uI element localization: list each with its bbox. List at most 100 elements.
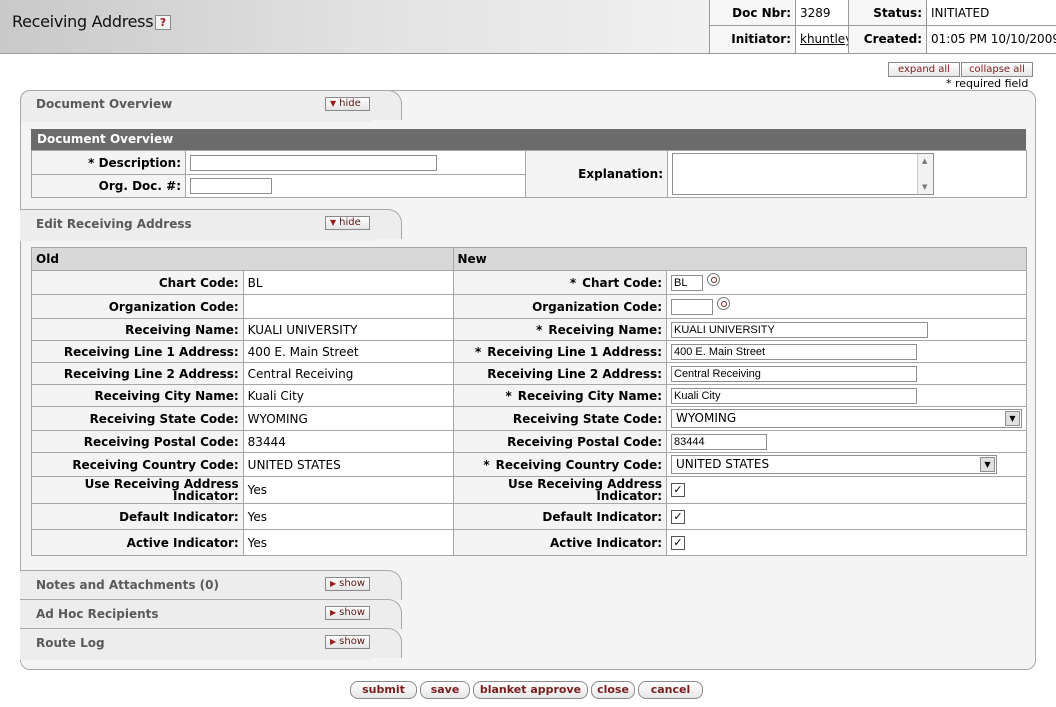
new-chart-code-label: * Chart Code: [452,270,667,295]
new-organization-code-label: Organization Code: [452,294,667,319]
expand-all-button[interactable]: expand all [888,62,960,77]
organization-code-input[interactable] [671,298,713,315]
old-country-label: Receiving Country Code: [31,452,244,477]
edit-section-hide-button[interactable]: ▼ hide [325,216,370,230]
country-selected-value: UNITED STATES [676,457,770,471]
action-button-bar: submit save blanket approve close cancel [350,681,705,699]
postal-code-input[interactable] [671,433,767,450]
state-code-select[interactable]: WYOMING ▼ [671,409,1022,428]
triangle-right-icon: ▶ [330,637,337,646]
scroll-up-icon: ▲ [922,157,928,165]
field-row: Receiving Country Code: UNITED STATES * R… [31,452,1027,477]
old-organization-code-label: Organization Code: [31,294,244,319]
collapse-all-button[interactable]: collapse all [961,62,1033,77]
old-chart-code-value: BL [242,270,454,295]
old-line2-value: Central Receiving [242,362,454,385]
triangle-right-icon: ▶ [330,579,337,588]
document-overview-hide-button[interactable]: ▼ hide [325,97,370,111]
new-organization-code-cell [666,294,1027,319]
status-label: Status: [849,0,927,26]
new-receiving-name-cell [666,318,1027,341]
receiving-name-input[interactable] [671,321,928,338]
save-button[interactable]: save [420,681,470,699]
section-title-document-overview: Document Overview [31,129,1026,150]
document-overview-table: * Description: Explanation: ▲ ▼ Org. Doc.… [31,150,1027,198]
org-doc-input[interactable] [190,178,272,194]
explanation-textarea[interactable]: ▲ ▼ [672,153,934,195]
submit-button[interactable]: submit [350,681,417,699]
field-row: Use Receiving Address Indicator: Yes Use… [31,476,1027,504]
country-code-select[interactable]: UNITED STATES ▼ [671,455,997,474]
description-input[interactable] [190,154,437,171]
old-use-indicator-value: Yes [242,476,454,504]
required-asterisk: * [483,457,490,472]
notes-show-button[interactable]: ▶ show [325,577,370,591]
active-indicator-checkbox[interactable]: ✓ [671,535,685,550]
field-row: Chart Code: BL * Chart Code: [31,270,1027,295]
city-name-input[interactable] [671,387,917,404]
use-receiving-address-checkbox[interactable]: ✓ [671,483,685,498]
new-city-label: * Receiving City Name: [452,384,667,407]
field-row: Receiving City Name: Kuali City * Receivi… [31,384,1027,407]
old-organization-code-value [242,294,454,319]
required-asterisk: * [536,322,543,337]
search-lookup-icon[interactable] [717,296,730,310]
field-row: Receiving Line 1 Address: 400 E. Main St… [31,340,1027,363]
field-row: Default Indicator: Yes Default Indicator… [31,503,1027,530]
created-value: 01:05 PM 10/10/2009 [927,26,1056,54]
required-field-note: * required field [946,77,1029,90]
field-row: Receiving Line 2 Address: Central Receiv… [31,362,1027,385]
created-label: Created: [849,26,927,54]
search-lookup-icon[interactable] [707,272,720,286]
state-selected-value: WYOMING [676,411,737,425]
tab-ear [372,209,402,239]
old-receiving-name-label: Receiving Name: [31,318,244,341]
triangle-right-icon: ▶ [330,608,337,617]
initiator-link[interactable]: khuntley [800,32,848,46]
blanket-approve-button[interactable]: blanket approve [473,681,588,699]
old-line1-value: 400 E. Main Street [242,340,454,363]
old-city-value: Kuali City [242,384,454,407]
new-line1-label: * Receiving Line 1 Address: [452,340,667,363]
chart-code-input[interactable] [671,274,703,291]
chevron-down-icon[interactable]: ▼ [1005,411,1020,426]
required-asterisk: * [505,388,512,403]
new-line2-label: Receiving Line 2 Address: [452,362,667,385]
label-text: Receiving Name: [548,322,662,337]
new-postal-label: Receiving Postal Code: [452,430,667,453]
new-state-cell: WYOMING ▼ [666,406,1027,431]
close-button[interactable]: close [591,681,635,699]
ad-hoc-show-button[interactable]: ▶ show [325,606,370,620]
toggle-label: show [339,636,366,647]
new-use-indicator-label: Use Receiving Address Indicator: [452,476,667,504]
line1-address-input[interactable] [671,343,917,360]
old-city-label: Receiving City Name: [31,384,244,407]
org-doc-label: Org. Doc. #: [31,174,186,198]
help-icon[interactable]: ? [155,15,171,30]
new-active-indicator-cell: ✓ [666,529,1027,556]
new-receiving-name-label: * Receiving Name: [452,318,667,341]
triangle-down-icon: ▼ [330,218,337,227]
scrollbar[interactable]: ▲ ▼ [917,154,933,194]
new-postal-cell [666,430,1027,453]
toggle-label: hide [339,98,361,109]
tab-ear [372,90,402,120]
old-default-indicator-label: Default Indicator: [31,503,244,530]
tab-ear [372,599,402,629]
tab-title-edit-receiving-address: Edit Receiving Address [36,217,192,231]
label-text: Receiving Country Code: [495,457,662,472]
old-postal-label: Receiving Postal Code: [31,430,244,453]
route-log-show-button[interactable]: ▶ show [325,635,370,649]
tab-title-route-log: Route Log [36,636,105,650]
default-indicator-checkbox[interactable]: ✓ [671,509,685,524]
new-state-label: Receiving State Code: [452,406,667,431]
cancel-button[interactable]: cancel [638,681,703,699]
tab-title-ad-hoc-recipients: Ad Hoc Recipients [36,607,159,621]
required-asterisk: * [569,275,577,290]
line2-address-input[interactable] [671,365,917,382]
new-country-label: * Receiving Country Code: [452,452,667,477]
tab-title-notes-and-attachments: Notes and Attachments (0) [36,578,219,592]
field-row: Receiving Name: KUALI UNIVERSITY * Receiv… [31,318,1027,341]
org-doc-cell [185,174,526,198]
chevron-down-icon[interactable]: ▼ [980,457,995,472]
